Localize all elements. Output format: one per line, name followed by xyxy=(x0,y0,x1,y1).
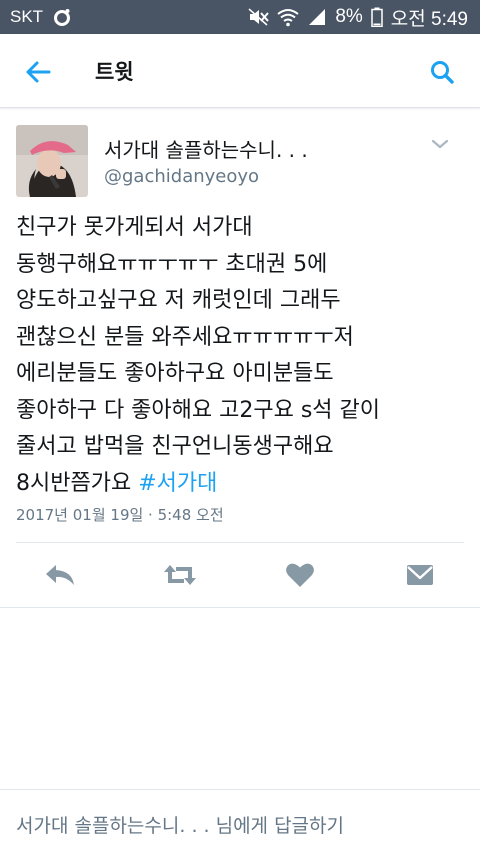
heart-icon xyxy=(286,563,314,587)
battery-percent: 8% xyxy=(335,6,363,27)
status-right: 8% 오전 5:49 xyxy=(247,4,468,31)
retweet-button[interactable] xyxy=(162,558,198,592)
chevron-down-icon xyxy=(431,139,449,149)
arrow-left-icon xyxy=(26,61,51,83)
retweet-icon xyxy=(164,565,196,585)
carrier-logo-icon xyxy=(54,9,71,26)
reply-bar[interactable]: 서가대 솔플하는수니. . . 님에게 답글하기 xyxy=(0,790,480,853)
reply-icon xyxy=(46,565,74,585)
profile-photo xyxy=(16,125,88,197)
display-name[interactable]: 서가대 솔플하는수니. . . xyxy=(104,134,308,163)
divider xyxy=(16,542,464,543)
page-title: 트윗 xyxy=(95,60,134,84)
status-time: 오전 5:49 xyxy=(390,8,468,30)
reply-input[interactable]: 서가대 솔플하는수니. . . 님에게 답글하기 xyxy=(16,811,344,838)
tweet-timestamp: 2017년 01월 19일 · 5:48 오전 xyxy=(16,506,224,524)
status-bar: SKT 8% 오전 5:49 xyxy=(0,0,480,34)
username[interactable]: @gachidanyeoyo xyxy=(104,166,259,187)
section-divider xyxy=(0,607,480,608)
direct-message-button[interactable] xyxy=(402,558,438,592)
more-options-button[interactable] xyxy=(428,134,452,154)
tweet-body: 친구가 못가게되서 서가대 동행구해요ㅠㅠㅜㅠㅜ 초대권 5에 양도하고싶구요 … xyxy=(16,215,381,496)
carrier-label: SKT xyxy=(10,7,44,26)
search-button[interactable] xyxy=(426,56,458,88)
signal-icon xyxy=(309,9,326,25)
back-button[interactable] xyxy=(22,56,54,88)
status-left: SKT xyxy=(10,7,72,27)
battery-icon xyxy=(371,7,383,27)
like-button[interactable] xyxy=(282,558,318,592)
app-bar: 트윗 xyxy=(0,34,480,108)
hashtag-link[interactable]: #서가대 xyxy=(138,471,217,496)
avatar[interactable] xyxy=(16,125,88,197)
wifi-icon xyxy=(277,9,299,27)
reply-button[interactable] xyxy=(42,558,78,592)
search-icon xyxy=(431,61,454,84)
tweet-text: 친구가 못가게되서 서가대 동행구해요ㅠㅠㅜㅠㅜ 초대권 5에 양도하고싶구요 … xyxy=(16,210,468,502)
mute-icon xyxy=(248,8,270,26)
envelope-icon xyxy=(407,565,433,585)
